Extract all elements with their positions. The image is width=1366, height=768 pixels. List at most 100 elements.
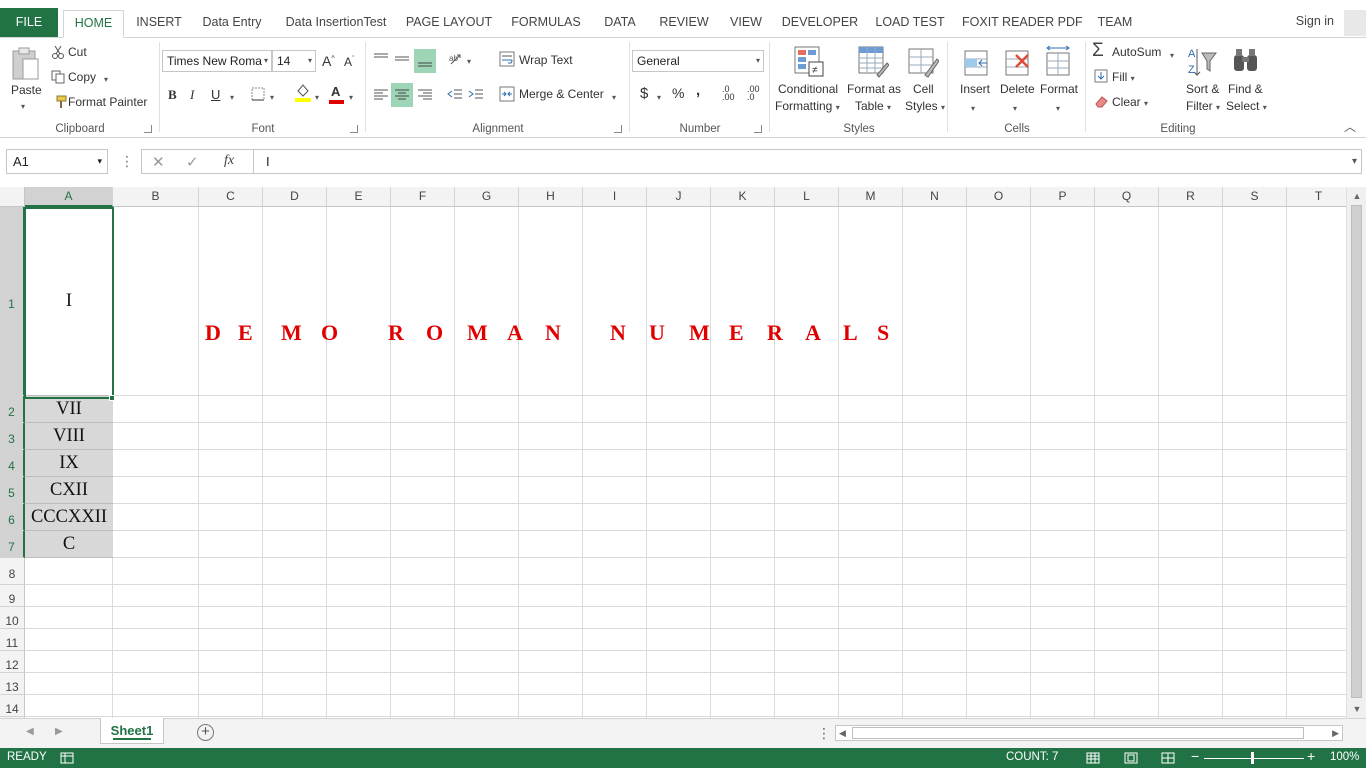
merge-center-dropdown[interactable]: ▾ (612, 89, 616, 103)
autosum-button[interactable]: AutoSum (1112, 45, 1161, 59)
tab-page-layout[interactable]: PAGE LAYOUT (404, 10, 494, 38)
tab-data-entry[interactable]: Data Entry (196, 10, 268, 38)
column-header-b[interactable]: B (113, 187, 199, 207)
insert-cells-button[interactable]: Insert (960, 82, 990, 96)
bottom-align-button[interactable] (414, 49, 436, 73)
next-sheet-icon[interactable]: ▶ (55, 726, 63, 737)
column-header-o[interactable]: O (967, 187, 1031, 207)
insert-function-button[interactable]: fx (224, 153, 234, 169)
column-header-t[interactable]: T (1287, 187, 1351, 207)
worksheet-grid[interactable]: ABCDEFGHIJKLMNOPQRST12345678910111213141… (0, 187, 1366, 718)
row-header-14[interactable]: 14 (0, 695, 25, 717)
formula-input[interactable]: I ▾ (253, 149, 1362, 174)
copy-dropdown[interactable]: ▾ (104, 71, 108, 85)
tab-file[interactable]: FILE (0, 8, 58, 38)
column-header-j[interactable]: J (647, 187, 711, 207)
cell-a1[interactable]: I (25, 207, 113, 396)
merge-center-button[interactable]: Merge & Center (519, 87, 604, 101)
paste-dropdown[interactable]: ▾ (21, 98, 25, 112)
conditional-formatting-button[interactable]: Conditional (778, 82, 838, 96)
row-header-2[interactable]: 2 (0, 396, 25, 423)
horizontal-scrollbar[interactable]: ◀ ▶ (835, 725, 1343, 741)
tab-formulas[interactable]: FORMULAS (508, 10, 584, 38)
format-painter-button[interactable]: Format Painter (68, 95, 147, 109)
bold-button[interactable]: B (168, 87, 177, 103)
font-launcher-icon[interactable] (350, 125, 358, 133)
column-header-i[interactable]: I (583, 187, 647, 207)
column-header-f[interactable]: F (391, 187, 455, 207)
align-right-button[interactable] (416, 86, 434, 104)
column-header-d[interactable]: D (263, 187, 327, 207)
column-header-c[interactable]: C (199, 187, 263, 207)
copy-button[interactable]: Copy (68, 70, 96, 84)
row-header-10[interactable]: 10 (0, 607, 25, 629)
cut-button[interactable]: Cut (68, 45, 87, 59)
zoom-in-button[interactable]: + (1307, 748, 1315, 764)
row-header-5[interactable]: 5 (0, 477, 25, 504)
vertical-scrollbar[interactable]: ▲ ▼ (1346, 187, 1366, 718)
cell-a4[interactable]: IX (25, 450, 113, 477)
collapse-ribbon-icon[interactable]: ︿ (1344, 118, 1356, 135)
currency-dropdown[interactable]: ▾ (657, 89, 661, 103)
scroll-right-icon[interactable]: ▶ (1332, 726, 1339, 740)
normal-view-icon[interactable] (1086, 752, 1100, 764)
comma-button[interactable]: , (696, 82, 700, 99)
select-all-button[interactable] (0, 187, 25, 207)
cell-a6[interactable]: CCCXXII (25, 504, 113, 531)
format-cells-dropdown[interactable]: ▾ (1056, 100, 1060, 114)
zoom-slider-track[interactable] (1204, 758, 1304, 759)
zoom-level[interactable]: 100% (1330, 751, 1359, 763)
row-header-12[interactable]: 12 (0, 651, 25, 673)
number-launcher-icon[interactable] (754, 125, 762, 133)
row-header-9[interactable]: 9 (0, 585, 25, 607)
italic-button[interactable]: I (190, 87, 194, 103)
grow-font-button[interactable]: A^ (322, 53, 335, 69)
font-color-button[interactable]: A (331, 84, 340, 99)
tab-data[interactable]: DATA (598, 10, 642, 38)
autosum-dropdown[interactable]: ▾ (1170, 47, 1174, 61)
format-as-table-button[interactable]: Format as (847, 82, 901, 96)
row-header-6[interactable]: 6 (0, 504, 25, 531)
decrease-decimal-button[interactable]: .00.0 (747, 85, 760, 102)
expand-formula-bar-icon[interactable]: ▾ (1352, 150, 1357, 173)
clear-button[interactable]: Clear ▾ (1112, 95, 1148, 109)
percent-button[interactable]: % (672, 85, 684, 101)
cell-a5[interactable]: CXII (25, 477, 113, 504)
column-header-s[interactable]: S (1223, 187, 1287, 207)
font-color-dropdown[interactable]: ▾ (349, 89, 353, 103)
column-header-p[interactable]: P (1031, 187, 1095, 207)
underline-dropdown[interactable]: ▾ (230, 89, 234, 103)
increase-decimal-button[interactable]: .0.00 (722, 85, 735, 102)
number-format-select[interactable]: General ▾ (632, 50, 764, 72)
top-align-button[interactable] (372, 50, 390, 68)
tab-load-test[interactable]: LOAD TEST (872, 10, 948, 38)
currency-button[interactable]: $ (640, 85, 648, 102)
column-header-h[interactable]: H (519, 187, 583, 207)
tab-review[interactable]: REVIEW (656, 10, 712, 38)
scroll-down-icon[interactable]: ▼ (1347, 701, 1366, 717)
row-header-7[interactable]: 7 (0, 531, 25, 558)
column-header-e[interactable]: E (327, 187, 391, 207)
scroll-left-icon[interactable]: ◀ (839, 726, 846, 740)
row-header-1[interactable]: 1 (0, 207, 25, 396)
find-select-button[interactable]: Find & (1228, 82, 1263, 96)
column-header-g[interactable]: G (455, 187, 519, 207)
borders-dropdown[interactable]: ▾ (270, 89, 274, 103)
insert-cells-dropdown[interactable]: ▾ (971, 100, 975, 114)
fill-button[interactable]: Fill ▾ (1112, 70, 1135, 84)
page-break-preview-icon[interactable] (1161, 752, 1175, 764)
more-options-icon[interactable]: ⋮ (120, 153, 134, 170)
tab-view[interactable]: VIEW (726, 10, 766, 38)
tab-foxit-reader-pdf[interactable]: FOXIT READER PDF (962, 10, 1083, 38)
column-header-a[interactable]: A (25, 187, 113, 207)
scroll-up-icon[interactable]: ▲ (1347, 188, 1366, 204)
tab-data-insertion-test[interactable]: Data InsertionTest (281, 10, 391, 38)
alignment-launcher-icon[interactable] (614, 125, 622, 133)
cell-a2[interactable]: VII (25, 396, 113, 423)
horizontal-scroll-thumb[interactable] (852, 727, 1304, 739)
row-header-13[interactable]: 13 (0, 673, 25, 695)
zoom-slider-thumb[interactable] (1251, 752, 1254, 764)
column-header-q[interactable]: Q (1095, 187, 1159, 207)
cell-a7[interactable]: C (25, 531, 113, 558)
shrink-font-button[interactable]: Aˇ (344, 55, 354, 69)
